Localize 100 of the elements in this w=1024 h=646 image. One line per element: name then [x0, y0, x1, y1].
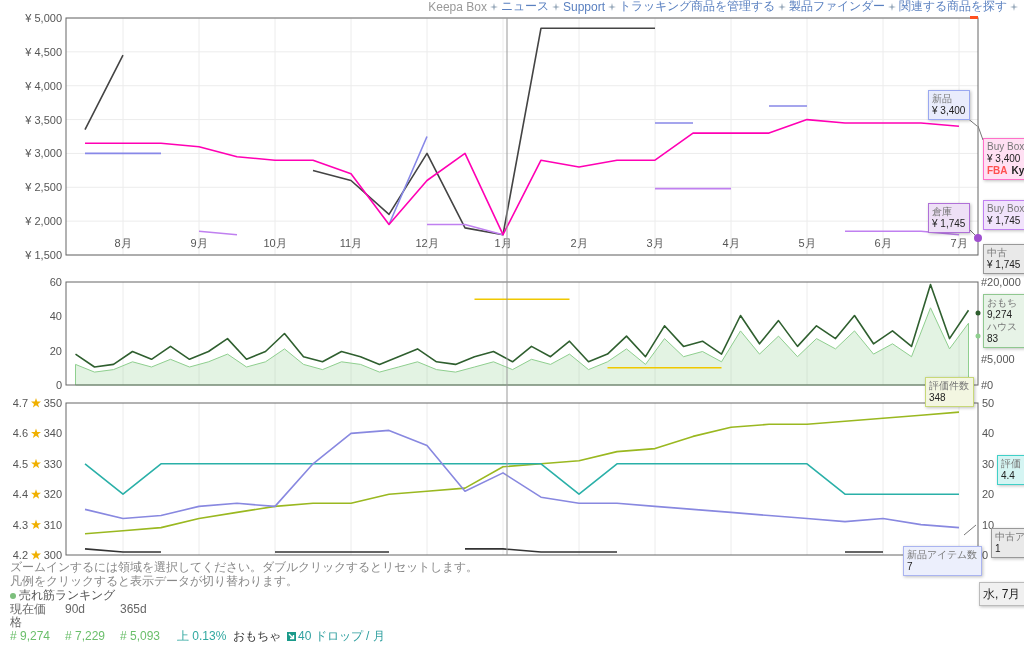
star-icon: [31, 550, 41, 560]
rating-label: 4.4: [12, 488, 28, 501]
rating-label: 4.2: [12, 549, 28, 561]
month-label: 7月: [950, 237, 968, 249]
range-marker: [970, 16, 978, 19]
tooltip-label: 評価: [1001, 458, 1021, 470]
axis-label: 0: [55, 379, 62, 391]
tooltip-value: ¥ 1,745: [987, 259, 1021, 271]
category-name: おもちゃ: [233, 629, 281, 644]
tooltip-label: 新品: [932, 93, 953, 105]
month-label: 4月: [722, 237, 740, 249]
nav-link[interactable]: トラッキング商品を管理する: [619, 0, 775, 15]
tooltip-value: ¥ 3,400: [987, 153, 1022, 165]
axis-label: 320: [43, 488, 62, 501]
axis-label: 340: [43, 427, 62, 440]
tooltip-label: Buy Box: [987, 203, 1024, 215]
axis-label: 50: [982, 397, 995, 409]
nav-link[interactable]: Keepa Box: [428, 0, 487, 14]
month-label: 10月: [263, 237, 287, 249]
axis-label: 60: [49, 276, 62, 288]
sparkle-icon: [489, 2, 498, 11]
axis-label: 330: [43, 457, 62, 470]
rating-label: 4.7: [12, 397, 28, 409]
tooltip-label: おもち: [987, 297, 1017, 309]
rating-label: 4.6: [12, 427, 28, 440]
tooltip-value: 9,274: [987, 309, 1014, 321]
tooltip-label: 新品アイテム数: [907, 549, 977, 561]
axis-label: 310: [43, 518, 62, 531]
fba-tag: FBA: [987, 165, 1008, 177]
axis-label: ¥ 2,500: [25, 181, 62, 194]
leader-line: [963, 524, 977, 536]
tooltip-value: ¥ 3,400: [932, 105, 966, 117]
month-label: 1月: [494, 237, 512, 249]
tooltip-label: ハウス: [987, 321, 1017, 333]
hint-text: 凡例をクリックすると表示データが切り替わります。: [10, 574, 299, 588]
axis-label: ¥ 4,500: [25, 45, 62, 58]
column-header: 365d: [120, 602, 147, 616]
sparkle-icon: [888, 2, 896, 11]
rating-label: 4.3: [12, 518, 28, 531]
rank-change: 上 0.13%: [177, 629, 228, 644]
star-icon: [31, 519, 41, 530]
sparkle-icon: [778, 2, 786, 11]
axis-label: 300: [43, 549, 62, 561]
axis-label: 0: [982, 549, 989, 561]
axis-label: ¥ 1,500: [25, 249, 62, 261]
tooltip-value: ¥ 1,745: [987, 215, 1022, 227]
month-label: 11月: [339, 237, 363, 249]
nav-link[interactable]: 関連する商品を探す: [899, 0, 1007, 15]
axis-label: 10: [982, 518, 995, 531]
star-icon: [31, 489, 41, 499]
axis-label: #5,000: [981, 353, 1015, 366]
seller-name: Ky: [1011, 165, 1024, 177]
axis-label: ¥ 5,000: [25, 12, 62, 24]
month-label: 2月: [570, 237, 588, 249]
sparkle-icon: [1010, 2, 1018, 11]
nav-link[interactable]: 製品ファインダー: [789, 0, 885, 15]
tooltip-value: 4.4: [1001, 470, 1016, 482]
month-label: 12月: [415, 237, 439, 249]
axis-label: 40: [982, 427, 995, 440]
nav-link[interactable]: ニュース: [500, 0, 549, 15]
star-icon: [31, 458, 41, 469]
rank-value: # 9,274: [10, 629, 51, 643]
month-label: 8月: [114, 237, 132, 249]
axis-label: 20: [982, 488, 995, 501]
tooltip-label: 中古: [987, 247, 1008, 259]
axis-label: ¥ 3,000: [25, 147, 62, 160]
sparkle-icon: [608, 2, 616, 11]
month-label: 5月: [798, 237, 816, 249]
rating-label: 4.5: [12, 457, 28, 470]
axis-label: 350: [43, 397, 62, 409]
tooltip-label: 評価件数: [929, 380, 969, 392]
month-label: 6月: [874, 237, 892, 249]
sparkle-icon: [551, 2, 560, 11]
tooltip-value: 83: [987, 333, 1000, 345]
axis-label: ¥ 4,000: [25, 79, 62, 92]
column-header: 現在価格: [10, 603, 47, 629]
column-header: 90d: [65, 602, 86, 616]
data-point: [974, 234, 982, 242]
tooltip-label: Buy Box: [987, 141, 1024, 153]
tooltip-value: 348: [929, 392, 947, 404]
data-point: [975, 333, 981, 339]
rank-value: # 5,093: [120, 629, 161, 643]
axis-label: ¥ 3,500: [25, 113, 62, 126]
nav-link[interactable]: Support: [562, 0, 605, 14]
tooltip-label: 中古ア: [995, 531, 1024, 543]
star-icon: [31, 428, 41, 438]
trend-down-icon: [287, 632, 296, 641]
axis-label: #0: [981, 379, 994, 391]
star-icon: [31, 398, 41, 408]
tooltip-value: ¥ 1,745: [932, 218, 966, 230]
axis-label: 40: [49, 310, 62, 323]
tooltip-value: 7: [907, 561, 914, 573]
drops-link[interactable]: 40 ドロップ / 月: [287, 629, 385, 644]
axis-label: 30: [982, 457, 995, 470]
legend-label[interactable]: 売れ筋ランキング: [19, 588, 115, 603]
tooltip-label: 倉庫: [932, 206, 953, 218]
axis-label: #20,000: [981, 276, 1021, 288]
rank-value: # 7,229: [65, 629, 106, 643]
month-label: 9月: [190, 237, 208, 249]
hint-text: ズームインするには領域を選択してください。ダブルクリックするとリセットします。: [10, 560, 478, 574]
